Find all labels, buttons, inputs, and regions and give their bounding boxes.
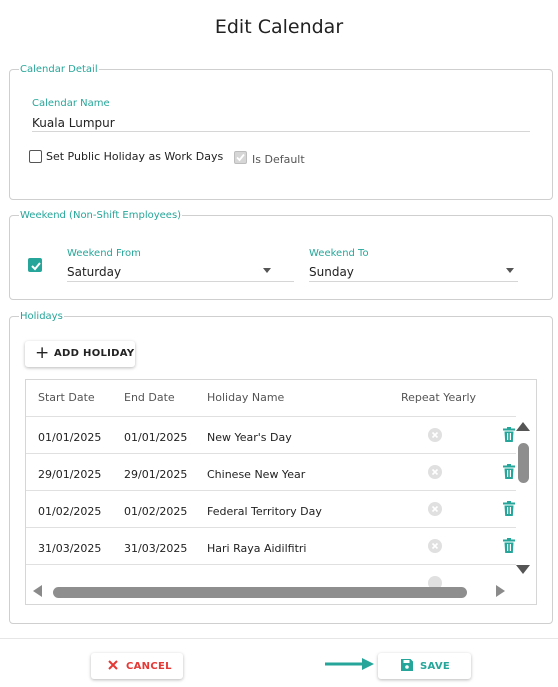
save-label: SAVE: [420, 661, 451, 672]
row-divider: [26, 490, 516, 491]
calendar-name-underline: [32, 131, 530, 132]
plus-icon: +: [35, 343, 50, 363]
close-circle-icon[interactable]: [428, 465, 442, 479]
vertical-scrollbar-thumb[interactable]: [518, 443, 529, 483]
cancel-label: CANCEL: [126, 661, 172, 672]
weekend-to-select[interactable]: Sunday: [309, 265, 354, 279]
caret-down-icon[interactable]: [263, 268, 271, 273]
cell-holiday-name[interactable]: New Year's Day: [207, 431, 292, 444]
scroll-down-arrow[interactable]: [516, 565, 530, 574]
weekend-from-select[interactable]: Saturday: [67, 265, 121, 279]
weekend-legend: Weekend (Non-Shift Employees): [20, 210, 182, 221]
add-holiday-label: ADD HOLIDAY: [54, 348, 135, 359]
cell-end-date[interactable]: 31/03/2025: [124, 542, 187, 555]
public-holiday-label: Set Public Holiday as Work Days: [46, 150, 224, 163]
column-header-holiday-name[interactable]: Holiday Name: [207, 391, 284, 404]
is-default-checkbox: [234, 151, 247, 164]
is-default-label: Is Default: [252, 153, 305, 166]
header-divider: [26, 416, 516, 417]
cell-start-date[interactable]: 31/03/2025: [38, 542, 101, 555]
cell-holiday-name[interactable]: Chinese New Year: [207, 468, 305, 481]
floppy-disk-icon: [401, 659, 413, 671]
column-header-repeat-yearly[interactable]: Repeat Yearly: [401, 391, 476, 404]
check-icon: [236, 153, 245, 162]
scroll-right-arrow[interactable]: [496, 585, 505, 597]
trash-icon[interactable]: [503, 538, 515, 553]
caret-down-icon[interactable]: [506, 268, 514, 273]
trash-icon[interactable]: [503, 427, 515, 442]
column-header-start-date[interactable]: Start Date: [38, 391, 95, 404]
cell-end-date[interactable]: 29/01/2025: [124, 468, 187, 481]
holidays-table: Start Date End Date Holiday Name Repeat …: [25, 379, 537, 605]
calendar-detail-section: Calendar Detail: [9, 64, 553, 200]
close-circle-icon[interactable]: [428, 539, 442, 553]
row-divider: [26, 564, 516, 565]
calendar-name-input[interactable]: Kuala Lumpur: [32, 116, 115, 130]
column-header-end-date[interactable]: End Date: [124, 391, 175, 404]
scroll-up-arrow[interactable]: [516, 422, 530, 431]
close-circle-icon[interactable]: [428, 502, 442, 516]
cell-holiday-name[interactable]: Federal Territory Day: [207, 505, 322, 518]
footer-divider: [0, 638, 558, 639]
check-icon: [31, 262, 41, 271]
add-holiday-button[interactable]: + ADD HOLIDAY: [25, 341, 135, 367]
page-title: Edit Calendar: [214, 16, 344, 38]
weekend-enabled-checkbox[interactable]: [28, 258, 42, 272]
x-icon: [108, 660, 118, 670]
weekend-from-label: Weekend From: [67, 248, 141, 259]
cell-start-date[interactable]: 29/01/2025: [38, 468, 101, 481]
public-holiday-checkbox[interactable]: [29, 150, 42, 163]
holidays-legend: Holidays: [20, 311, 63, 322]
row-divider: [26, 453, 516, 454]
horizontal-scrollbar-thumb[interactable]: [53, 587, 467, 598]
weekend-to-label: Weekend To: [309, 248, 369, 259]
cell-start-date[interactable]: 01/02/2025: [38, 505, 101, 518]
calendar-name-label: Calendar Name: [32, 98, 110, 109]
arrow-right-icon: [325, 658, 374, 670]
weekend-to-underline: [309, 281, 518, 282]
cell-holiday-name[interactable]: Hari Raya Aidilfitri: [207, 542, 306, 555]
cell-end-date[interactable]: 01/01/2025: [124, 431, 187, 444]
trash-icon[interactable]: [503, 501, 515, 516]
save-button[interactable]: SAVE: [378, 653, 471, 679]
close-circle-icon[interactable]: [428, 428, 442, 442]
scroll-left-arrow[interactable]: [33, 585, 42, 597]
calendar-detail-legend: Calendar Detail: [20, 64, 98, 75]
cell-end-date[interactable]: 01/02/2025: [124, 505, 187, 518]
row-divider: [26, 527, 516, 528]
trash-icon[interactable]: [503, 464, 515, 479]
weekend-from-underline: [67, 281, 294, 282]
cancel-button[interactable]: CANCEL: [91, 653, 183, 679]
cell-start-date[interactable]: 01/01/2025: [38, 431, 101, 444]
